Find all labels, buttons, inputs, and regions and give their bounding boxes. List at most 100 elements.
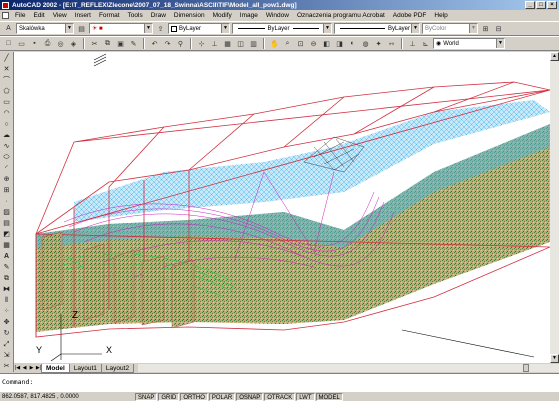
osnap-toggle[interactable]: OSNAP (236, 392, 264, 401)
hatch-icon[interactable]: ▨ (1, 208, 12, 218)
insert-block-icon[interactable]: ⊕ (1, 175, 12, 185)
make-block-icon[interactable]: ⊞ (1, 186, 12, 196)
stretch-icon[interactable]: ⇲ (1, 351, 12, 361)
arc-icon[interactable]: ◠ (1, 109, 12, 119)
zoom-realtime-icon[interactable]: ⌕ (282, 38, 293, 49)
tab-layout2[interactable]: Layout2 (100, 363, 135, 373)
zoom-previous-icon[interactable]: ⊖ (308, 38, 319, 49)
chevron-down-icon[interactable]: ▼ (323, 24, 331, 33)
undo-icon[interactable]: ↶ (149, 38, 160, 49)
named-views-icon[interactable]: ◧ (321, 38, 332, 49)
menu-tools[interactable]: Tools (124, 12, 147, 19)
properties-icon[interactable]: ⊟ (493, 23, 504, 34)
cut-icon[interactable]: ✂ (89, 38, 100, 49)
color-select[interactable]: ByLayer ▼ (168, 23, 230, 34)
scroll-thumb[interactable] (523, 364, 530, 372)
copy-icon[interactable]: ⧉ (102, 38, 113, 49)
chevron-down-icon[interactable]: ▼ (496, 39, 504, 48)
tab-model[interactable]: Model (41, 363, 70, 373)
ucs-world-icon[interactable]: ⊥ (407, 38, 418, 49)
tab-layout1[interactable]: Layout1 (68, 363, 102, 373)
tab-next-icon[interactable]: ▶ (28, 364, 35, 372)
ucs-icon[interactable]: ⊥ (209, 38, 220, 49)
view-icon[interactable]: ◨ (334, 38, 345, 49)
point-icon[interactable]: · (1, 197, 12, 207)
tool-palette-icon[interactable]: ▥ (248, 38, 259, 49)
text-style-select[interactable]: Skalówka ▼ (16, 23, 74, 34)
revision-cloud-icon[interactable]: ☁ (1, 131, 12, 141)
layer-match-icon[interactable]: ⊞ (480, 23, 491, 34)
plotstyle-select[interactable]: ByColor ▼ (422, 23, 478, 34)
autocad-icon[interactable] (2, 1, 9, 9)
vertical-scrollbar[interactable]: ▲ ▼ (550, 52, 559, 363)
layer-properties-icon[interactable]: ▤ (76, 23, 87, 34)
layer-select[interactable]: ☀ ■ ▼ (89, 23, 153, 34)
redo-icon[interactable]: ↷ (162, 38, 173, 49)
hyperlink-icon[interactable]: ⚲ (175, 38, 186, 49)
menu-adobe-pdf[interactable]: Adobe PDF (389, 12, 431, 19)
ortho-toggle[interactable]: ORTHO (180, 392, 208, 401)
tab-first-icon[interactable]: |◀ (14, 364, 21, 372)
tab-prev-icon[interactable]: ◀ (21, 364, 28, 372)
circle-icon[interactable]: ○ (1, 120, 12, 130)
menu-draw[interactable]: Draw (147, 12, 170, 19)
minimize-button[interactable]: _ (525, 1, 535, 9)
command-line[interactable]: Command: (0, 373, 559, 392)
grid-toggle[interactable]: GRID (158, 392, 180, 401)
ucs-select[interactable]: ◉ World ▼ (433, 38, 505, 49)
menu-dimension[interactable]: Dimension (170, 12, 209, 19)
polyline-icon[interactable]: ⌒ (1, 76, 12, 86)
scroll-up-icon[interactable]: ▲ (550, 52, 559, 61)
menu-help[interactable]: Help (430, 12, 451, 19)
scale-icon[interactable]: ⤢ (1, 340, 12, 350)
menu-file[interactable]: File (11, 12, 29, 19)
offset-icon[interactable]: ⫴ (1, 296, 12, 306)
print-preview-icon[interactable]: ◎ (55, 38, 66, 49)
linetype-select[interactable]: ByLayer ▼ (232, 23, 332, 34)
ellipse-icon[interactable]: ⬭ (1, 153, 12, 163)
design-center-icon[interactable]: ◫ (235, 38, 246, 49)
menu-view[interactable]: View (49, 12, 71, 19)
array-icon[interactable]: ⁘ (1, 307, 12, 317)
chevron-down-icon[interactable]: ▼ (411, 24, 419, 33)
chevron-down-icon[interactable]: ▼ (221, 24, 229, 33)
lwt-toggle[interactable]: LWT (296, 392, 315, 401)
chevron-down-icon[interactable]: ▼ (469, 24, 477, 33)
distance-icon[interactable]: ⇿ (386, 38, 397, 49)
menu-insert[interactable]: Insert (71, 12, 95, 19)
open-file-icon[interactable]: ▭ (16, 38, 27, 49)
drawing-area[interactable]: Z X Y (14, 52, 550, 363)
construction-line-icon[interactable]: ✕ (1, 65, 12, 75)
region-icon[interactable]: ◩ (1, 230, 12, 240)
match-properties-icon[interactable]: ✎ (128, 38, 139, 49)
line-icon[interactable]: ╱ (1, 54, 12, 64)
erase-icon[interactable]: ✎ (1, 263, 12, 273)
paste-icon[interactable]: ▣ (115, 38, 126, 49)
chevron-down-icon[interactable]: ▼ (65, 24, 73, 33)
object-snap-icon[interactable]: ⊹ (196, 38, 207, 49)
mirror-icon[interactable]: ⧓ (1, 285, 12, 295)
shade-icon[interactable]: ◐ (347, 38, 358, 49)
chevron-down-icon[interactable]: ▼ (144, 24, 152, 33)
ellipse-arc-icon[interactable]: ◜ (1, 164, 12, 174)
ucs-origin-icon[interactable]: ⊾ (420, 38, 431, 49)
make-layer-current-icon[interactable]: ⇪ (155, 23, 166, 34)
table-icon[interactable]: ▦ (1, 241, 12, 251)
menu-modify[interactable]: Modify (209, 12, 236, 19)
rectangle-icon[interactable]: ▭ (1, 98, 12, 108)
polygon-icon[interactable]: ⬠ (1, 87, 12, 97)
snap-toggle[interactable]: SNAP (135, 392, 158, 401)
new-file-icon[interactable]: □ (3, 38, 14, 49)
menu-format[interactable]: Format (95, 12, 124, 19)
move-icon[interactable]: ✥ (1, 318, 12, 328)
otrack-toggle[interactable]: OTRACK (264, 392, 296, 401)
menu-edit[interactable]: Edit (29, 12, 48, 19)
horizontal-scrollbar[interactable] (138, 364, 559, 372)
scroll-track[interactable] (550, 61, 559, 354)
pan-icon[interactable]: ✋ (269, 38, 280, 49)
render-icon[interactable]: ✦ (373, 38, 384, 49)
scroll-down-icon[interactable]: ▼ (550, 354, 559, 363)
rotate-icon[interactable]: ↻ (1, 329, 12, 339)
publish-icon[interactable]: ◈ (68, 38, 79, 49)
close-button[interactable]: × (547, 1, 557, 9)
